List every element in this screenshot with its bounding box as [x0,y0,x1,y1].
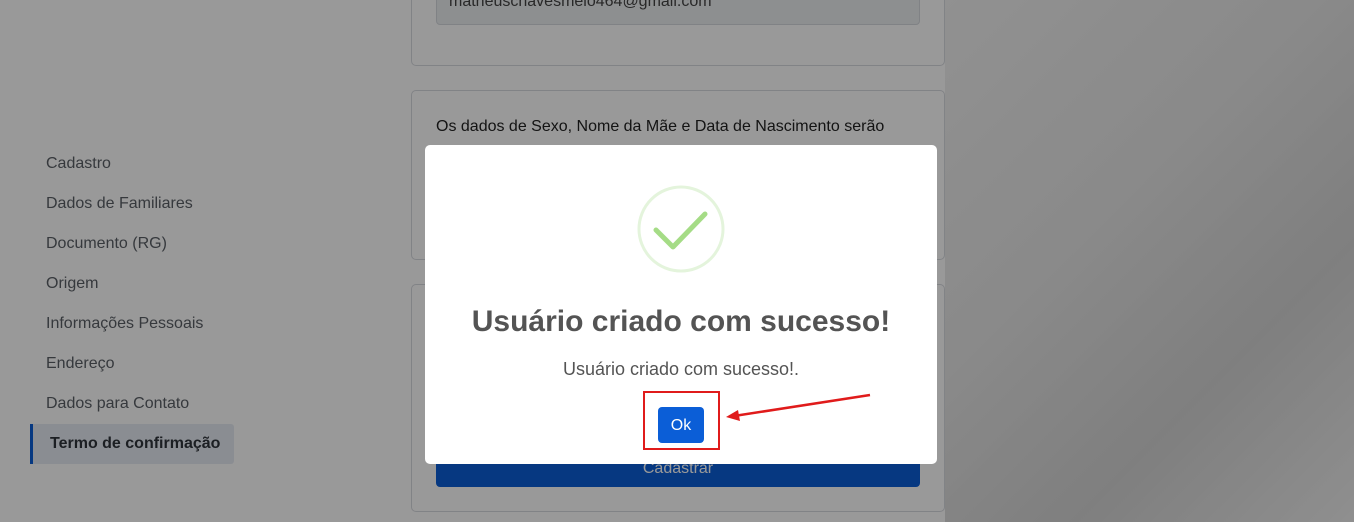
annotation-highlight-box [643,391,720,450]
annotation-arrow-icon [726,393,871,421]
success-check-icon [637,185,725,273]
dialog-message: Usuário criado com sucesso!. [562,359,800,379]
dialog-title: Usuário criado com sucesso! [471,305,891,338]
